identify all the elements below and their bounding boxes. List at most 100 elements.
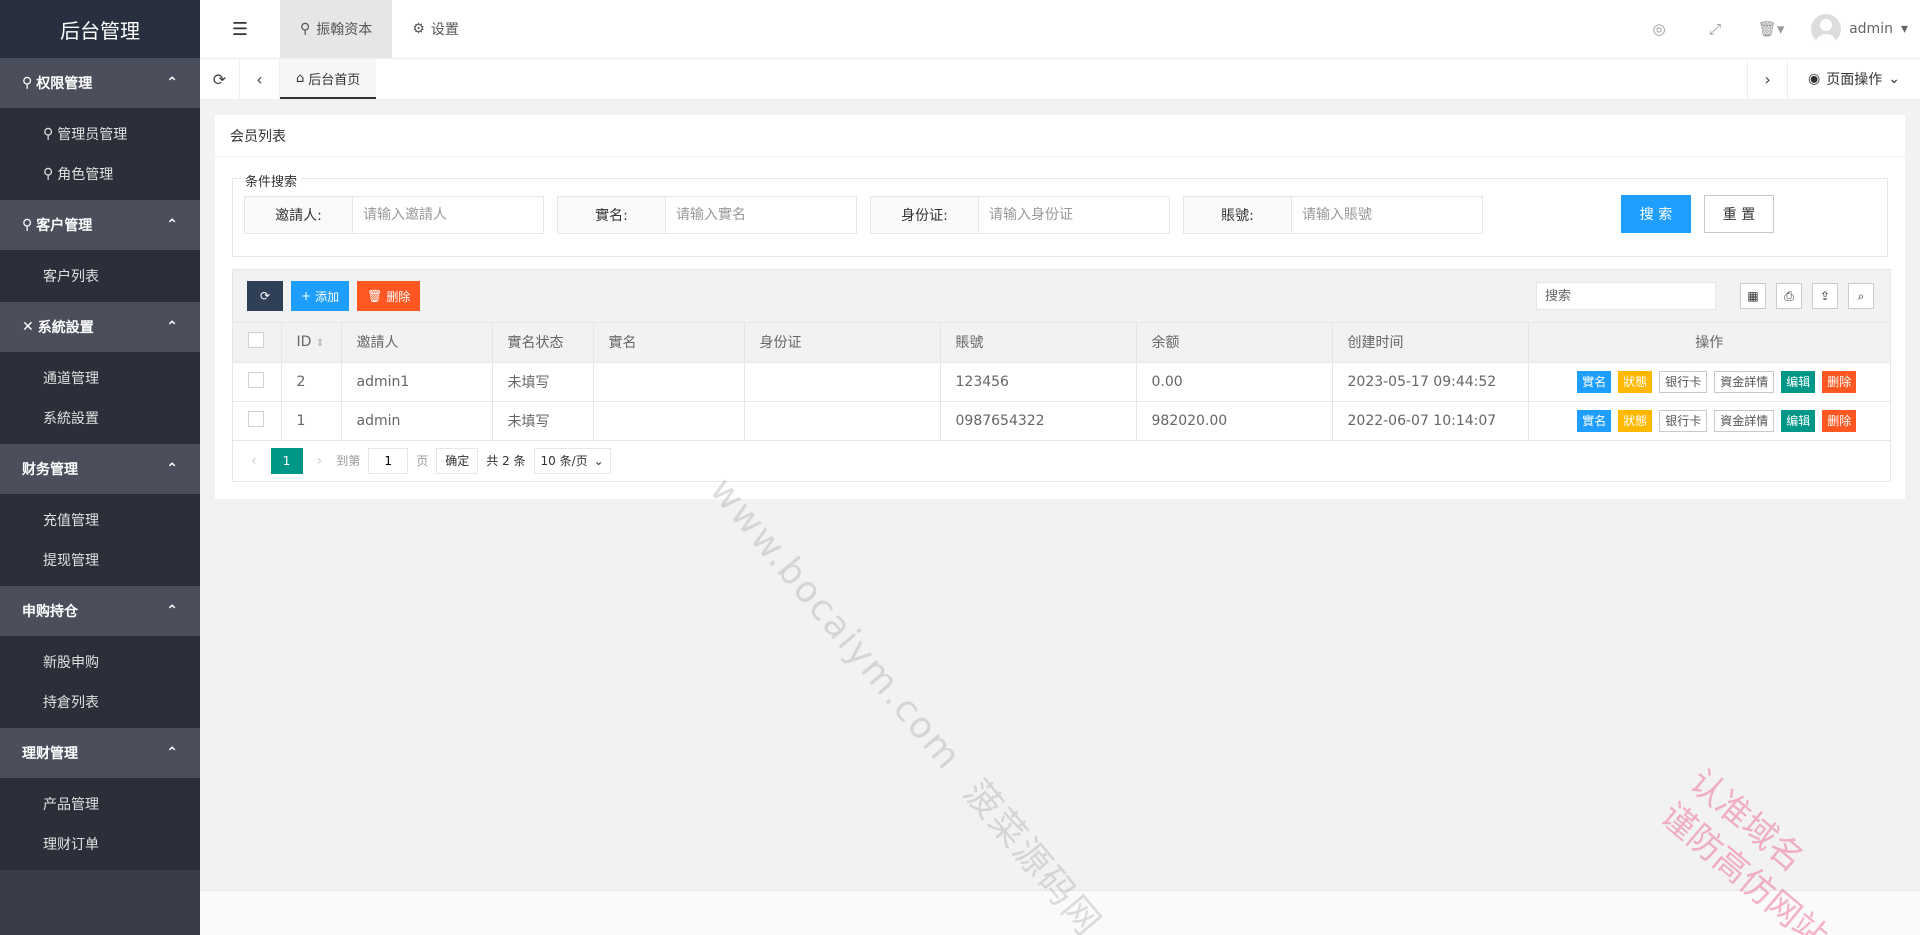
- cell-inviter: admin: [341, 401, 493, 441]
- menu-group: 申购持仓 ⌃ 新股申购持倉列表: [0, 586, 200, 728]
- menu-group: ⚲ 权限管理 ⌃ ⚲ 管理员管理 ⚲ 角色管理: [0, 58, 200, 200]
- sidebar-item[interactable]: ⚲ 角色管理: [0, 154, 200, 194]
- sidebar-item[interactable]: 充值管理: [0, 500, 200, 540]
- refresh-icon[interactable]: ⟳: [200, 59, 240, 99]
- realname-button[interactable]: 實名: [1577, 370, 1612, 393]
- tools-icon: ✕: [22, 319, 34, 335]
- cell-name: [593, 362, 745, 402]
- app-logo: 后台管理: [0, 0, 200, 58]
- sidebar-item-label: 管理员管理: [57, 127, 128, 143]
- trash-dropdown-icon[interactable]: 🗑▾: [1743, 0, 1799, 58]
- menu-group-label: 系統設置: [37, 320, 94, 336]
- edit-button[interactable]: 编辑: [1781, 370, 1816, 393]
- sidebar-item[interactable]: 产品管理: [0, 784, 200, 824]
- status-button[interactable]: 狀態: [1618, 370, 1653, 393]
- menu-group-header[interactable]: ✕ 系統設置 ⌃: [0, 302, 200, 352]
- row-checkbox[interactable]: [248, 410, 264, 427]
- page-ops-dropdown[interactable]: ◉ 页面操作 ⌄: [1787, 59, 1920, 99]
- top-tab-home[interactable]: ⚲ 振翰资本: [280, 0, 393, 58]
- chevron-down-icon: ⌄: [1888, 71, 1900, 87]
- sidebar-item[interactable]: 理财订单: [0, 824, 200, 864]
- fund-details-button[interactable]: 資金詳情: [1714, 370, 1775, 393]
- refresh-icon: ⟳: [259, 289, 271, 303]
- idcard-input[interactable]: [979, 197, 1169, 233]
- menu-group: ⚲ 客户管理 ⌃ 客户列表: [0, 200, 200, 302]
- menu-group-header[interactable]: 财务管理 ⌃: [0, 444, 200, 494]
- bankcard-button[interactable]: 银行卡: [1659, 409, 1708, 432]
- delete-button[interactable]: 🗑 删除: [357, 281, 421, 311]
- fund-details-button[interactable]: 資金詳情: [1714, 409, 1775, 432]
- top-header: ☰ ⚲ 振翰资本 ⚙ 设置 ◎ ⤢ 🗑▾ admin ▾: [200, 0, 1920, 58]
- next-page-icon[interactable]: ›: [311, 453, 329, 469]
- sidebar-item[interactable]: 客户列表: [0, 256, 200, 296]
- sidebar-item[interactable]: 通道管理: [0, 358, 200, 398]
- user-icon: ⚲: [22, 217, 33, 233]
- col-balance: 余额: [1136, 323, 1333, 363]
- menu-group-header[interactable]: ⚲ 权限管理 ⌃: [0, 58, 200, 108]
- col-status: 實名状态: [492, 323, 594, 363]
- sidebar-item-label: 持倉列表: [43, 695, 99, 711]
- menu-group-header[interactable]: ⚲ 客户管理 ⌃: [0, 200, 200, 250]
- user-icon: ⚲: [22, 75, 33, 91]
- col-id[interactable]: ID ⇕: [281, 323, 342, 363]
- sidebar-item[interactable]: 新股申购: [0, 642, 200, 682]
- account-input[interactable]: [1292, 197, 1482, 233]
- menu-group-label: 权限管理: [36, 76, 93, 92]
- sidebar-item[interactable]: ⚲ 管理员管理: [0, 114, 200, 154]
- page-size-select[interactable]: 10 条/页 ⌄: [533, 447, 611, 474]
- user-icon: ⚲: [43, 166, 54, 182]
- realname-input[interactable]: [666, 197, 856, 233]
- search-fieldset: 条件搜索 邀請人: 實名: 身份证: 賬號: 搜 索 重 置: [232, 171, 1888, 257]
- inviter-input[interactable]: [353, 197, 543, 233]
- page-tabs-bar: ⟳ ‹ ⌂ 后台首页 › ◉ 页面操作 ⌄: [200, 58, 1920, 100]
- tab-home[interactable]: ⌂ 后台首页: [280, 59, 377, 99]
- goto-page-input[interactable]: [368, 447, 409, 474]
- delete-row-button[interactable]: 删除: [1822, 370, 1857, 393]
- search-icon[interactable]: ⌕: [1848, 283, 1874, 309]
- menu-group-body: 充值管理 提现管理: [0, 494, 200, 586]
- menu-toggle-icon[interactable]: ☰: [200, 0, 280, 58]
- goto-confirm-button[interactable]: 确定: [436, 447, 479, 474]
- columns-icon[interactable]: ▦: [1740, 283, 1766, 309]
- current-page[interactable]: 1: [270, 447, 303, 474]
- watermark-site: www.bocaiym.com 菠菜源码网: [701, 470, 1109, 935]
- member-table: ⟳ + 添加 🗑 删除 ▦ ⎙ ⇪ ⌕ ID ⇕ 邀請: [232, 269, 1891, 482]
- sidebar-item[interactable]: 提现管理: [0, 540, 200, 580]
- print-icon[interactable]: ⎙: [1776, 283, 1802, 309]
- menu-group-header[interactable]: 申购持仓 ⌃: [0, 586, 200, 636]
- table-row: 2 admin1 未填写 123456 0.00 2023-05-17 09:44:52 實…: [233, 362, 1890, 402]
- search-button[interactable]: 搜 索: [1621, 195, 1691, 233]
- table-search-input[interactable]: [1536, 282, 1716, 310]
- fullscreen-icon[interactable]: ⤢: [1687, 0, 1743, 58]
- top-right-tools: ◎ ⤢ 🗑▾ admin ▾: [1631, 0, 1920, 58]
- export-icon[interactable]: ⇪: [1812, 283, 1838, 309]
- user-menu[interactable]: admin ▾: [1799, 14, 1920, 44]
- reset-button[interactable]: 重 置: [1704, 195, 1774, 233]
- status-button[interactable]: 狀態: [1618, 409, 1653, 432]
- account-field: 賬號:: [1183, 196, 1483, 234]
- prev-page-icon[interactable]: ‹: [245, 453, 263, 469]
- menu-group-label: 财务管理: [22, 462, 78, 478]
- sidebar-item[interactable]: 持倉列表: [0, 682, 200, 722]
- chevron-up-icon: ⌃: [166, 461, 178, 477]
- table-header-row: ID ⇕ 邀請人 實名状态 實名 身份证 賬號 余额 创建时间 操作: [233, 323, 1890, 363]
- top-tab-settings[interactable]: ⚙ 设置: [392, 0, 479, 58]
- goto-label: 到第: [336, 454, 361, 468]
- edit-button[interactable]: 编辑: [1781, 409, 1816, 432]
- delete-row-button[interactable]: 删除: [1822, 409, 1857, 432]
- chevron-right-icon[interactable]: ›: [1747, 59, 1787, 99]
- sidebar-item-label: 角色管理: [57, 167, 114, 183]
- globe-icon[interactable]: ◎: [1631, 0, 1687, 58]
- menu-group-header[interactable]: 理财管理 ⌃: [0, 728, 200, 778]
- realname-button[interactable]: 實名: [1577, 409, 1612, 432]
- select-all-checkbox[interactable]: [248, 332, 264, 349]
- sort-icon[interactable]: ⇕: [316, 338, 324, 349]
- bankcard-button[interactable]: 银行卡: [1659, 370, 1708, 393]
- table-refresh-button[interactable]: ⟳: [247, 281, 283, 311]
- sidebar-item[interactable]: 系統設置: [0, 398, 200, 438]
- row-checkbox[interactable]: [248, 371, 264, 388]
- trash-icon: 🗑: [367, 289, 383, 303]
- home-icon: ⌂: [296, 70, 305, 86]
- add-button[interactable]: + 添加: [291, 281, 350, 311]
- chevron-left-icon[interactable]: ‹: [240, 59, 280, 99]
